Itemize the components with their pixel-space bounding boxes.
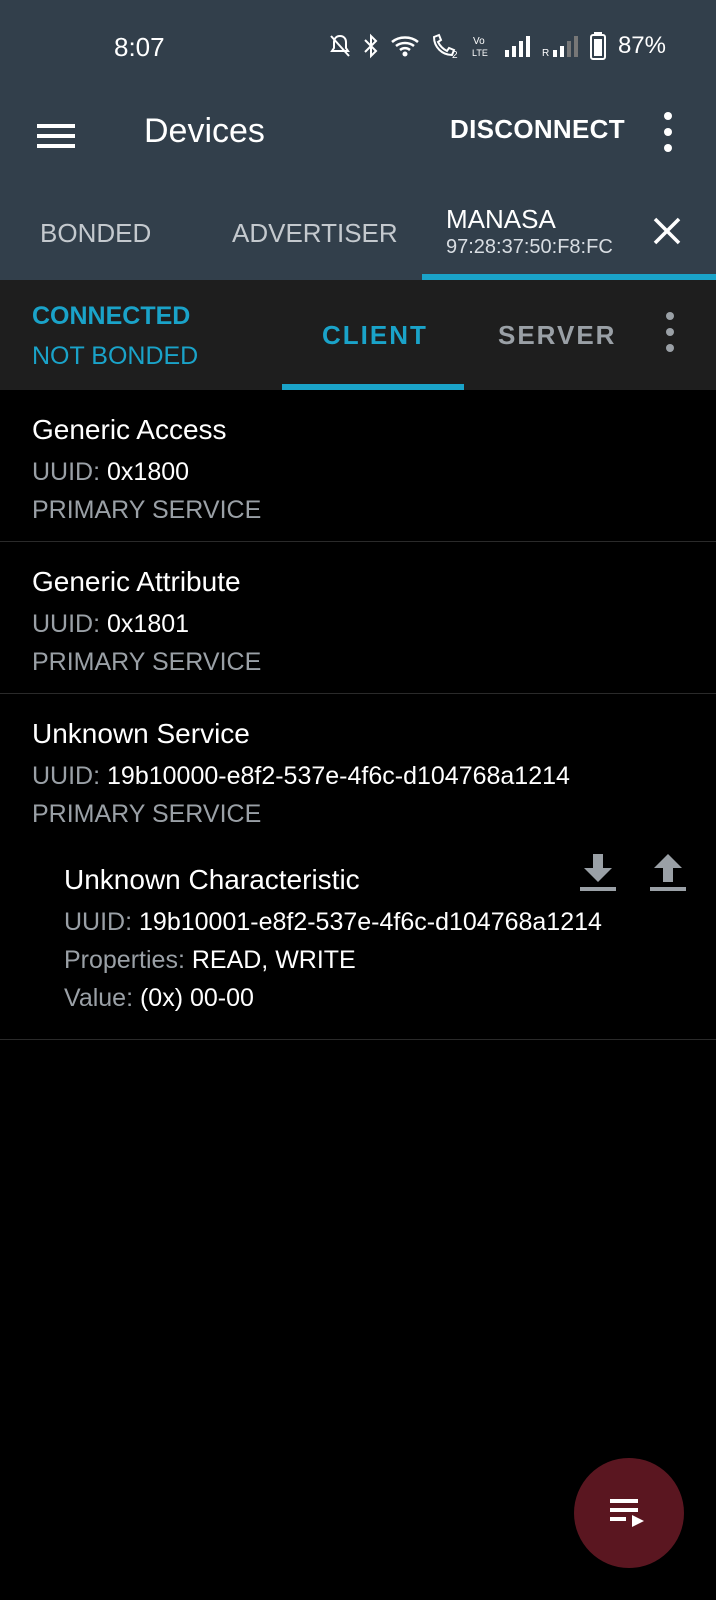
uuid-value: 19b10001-e8f2-537e-4f6c-d104768a1214 bbox=[139, 908, 602, 936]
value-label: Value: bbox=[64, 984, 134, 1012]
value-value: (0x) 00-00 bbox=[139, 984, 254, 1012]
uuid-label: UUID: bbox=[64, 908, 133, 936]
service-name: Unknown Service bbox=[32, 718, 250, 749]
characteristic-properties: Properties: READ, WRITE bbox=[64, 946, 356, 975]
device-name: MANASA bbox=[446, 204, 556, 234]
service-type: PRIMARY SERVICE bbox=[32, 648, 262, 676]
wifi-call-icon: 2 bbox=[432, 33, 458, 59]
uuid-value: 0x1801 bbox=[107, 610, 190, 638]
uuid-label: UUID: bbox=[32, 610, 101, 638]
disconnect-button[interactable]: DISCONNECT bbox=[450, 114, 625, 145]
signal-roaming-icon: R bbox=[542, 36, 578, 58]
status-time: 8:07 bbox=[114, 32, 165, 62]
connection-bar: CONNECTED NOT BONDED CLIENT SERVER bbox=[0, 280, 716, 390]
uuid-value: 19b10000-e8f2-537e-4f6c-d104768a1214 bbox=[107, 762, 570, 790]
page-title: Devices bbox=[144, 112, 265, 150]
read-download-icon[interactable] bbox=[576, 850, 620, 894]
service-item[interactable]: Generic Access UUID: 0x1800 PRIMARY SERV… bbox=[0, 390, 716, 542]
signal-icon bbox=[504, 36, 530, 57]
characteristic-value: Value: (0x) 00-00 bbox=[64, 984, 254, 1013]
log-fab-button[interactable] bbox=[574, 1458, 684, 1568]
service-uuid: UUID: 0x1801 bbox=[32, 610, 189, 639]
service-name: Generic Access bbox=[32, 414, 227, 445]
properties-value: READ, WRITE bbox=[191, 946, 356, 974]
device-tabs: BONDED ADVERTISER MANASA 97:28:37:50:F8:… bbox=[0, 188, 716, 280]
characteristic-uuid: UUID: 19b10001-e8f2-537e-4f6c-d104768a12… bbox=[64, 908, 602, 937]
characteristic-name: Unknown Characteristic bbox=[64, 864, 360, 895]
uuid-label: UUID: bbox=[32, 458, 101, 486]
wifi-icon bbox=[391, 36, 419, 57]
tab-server-label: SERVER bbox=[498, 320, 617, 350]
bond-state: NOT BONDED bbox=[32, 342, 199, 370]
playlist-play-icon bbox=[610, 1499, 644, 1527]
tab-client[interactable]: CLIENT bbox=[282, 280, 464, 390]
status-bar: 8:07 2 Vo LTE R 87% bbox=[0, 0, 716, 92]
service-type: PRIMARY SERVICE bbox=[32, 496, 262, 524]
bluetooth-icon bbox=[364, 33, 378, 59]
svg-text:LTE: LTE bbox=[472, 48, 488, 58]
service-item[interactable]: Unknown Service UUID: 19b10000-e8f2-537e… bbox=[0, 694, 716, 1040]
service-item[interactable]: Generic Attribute UUID: 0x1801 PRIMARY S… bbox=[0, 542, 716, 694]
service-type: PRIMARY SERVICE bbox=[32, 800, 262, 828]
close-icon[interactable] bbox=[650, 214, 684, 248]
top-header: 8:07 2 Vo LTE R 87% Devices DISCONNECT B… bbox=[0, 0, 716, 280]
status-icons: 2 Vo LTE R 87% bbox=[328, 30, 666, 62]
connection-state: CONNECTED bbox=[32, 302, 191, 330]
svg-text:Vo: Vo bbox=[473, 36, 485, 47]
svg-text:R: R bbox=[542, 48, 549, 58]
service-uuid: UUID: 0x1800 bbox=[32, 458, 189, 487]
uuid-label: UUID: bbox=[32, 762, 101, 790]
tab-device[interactable]: MANASA 97:28:37:50:F8:FC bbox=[422, 188, 716, 280]
service-uuid: UUID: 19b10000-e8f2-537e-4f6c-d104768a12… bbox=[32, 762, 570, 791]
volte-icon: Vo LTE bbox=[472, 36, 488, 58]
more-options-icon[interactable] bbox=[660, 310, 680, 354]
device-address: 97:28:37:50:F8:FC bbox=[446, 236, 613, 258]
more-options-icon[interactable] bbox=[656, 110, 680, 154]
tab-client-label: CLIENT bbox=[322, 320, 428, 350]
service-name: Generic Attribute bbox=[32, 566, 241, 597]
battery-icon bbox=[589, 32, 606, 60]
properties-label: Properties: bbox=[64, 946, 185, 974]
mute-icon bbox=[330, 34, 350, 57]
uuid-value: 0x1800 bbox=[107, 458, 190, 486]
app-bar: Devices DISCONNECT bbox=[0, 92, 716, 188]
svg-text:2: 2 bbox=[452, 50, 458, 59]
hamburger-menu-icon[interactable] bbox=[36, 116, 76, 156]
battery-percentage: 87% bbox=[617, 32, 666, 59]
write-upload-icon[interactable] bbox=[646, 850, 690, 894]
